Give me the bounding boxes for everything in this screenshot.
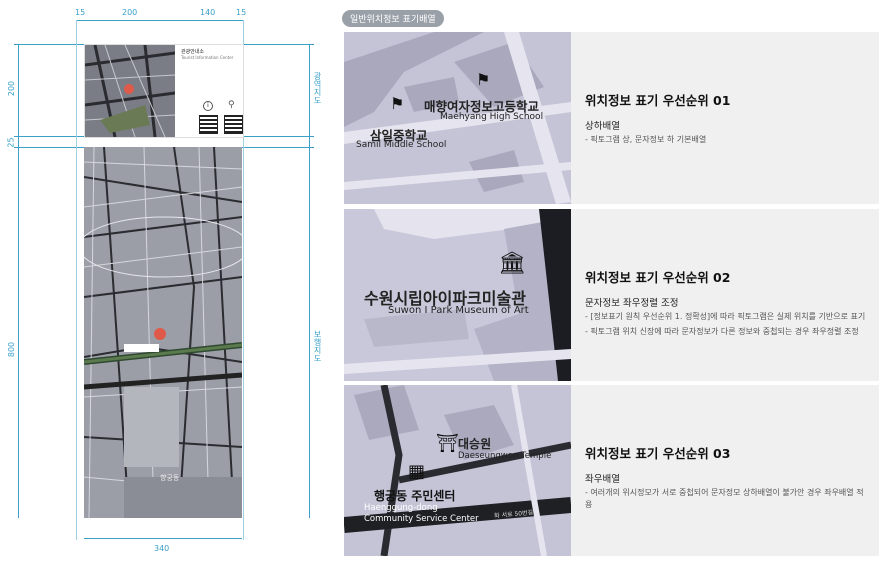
dim-top-15-right: 15 <box>236 8 247 17</box>
dim-line-left <box>18 44 19 518</box>
panel1-label-b-en: Samil Middle School <box>356 140 447 150</box>
panel1-desc-line: - 픽토그램 상, 문자정보 하 기본배열 <box>585 135 707 144</box>
dim-guide-l1 <box>76 20 77 540</box>
sign-walking-map: 향궁동 <box>84 147 242 518</box>
dim-right-bottom: 보행지도 <box>313 330 322 362</box>
panel1-desc: - 픽토그램 상, 문자정보 하 기본배열 <box>585 134 867 149</box>
dim-right-top: 광역지도 <box>313 72 322 104</box>
panel3-desc-line: - 여러개의 위시정모가 서로 중첩되어 문자정모 상하배열이 불가안 경우 좌… <box>585 488 864 509</box>
dim-left-800: 800 <box>7 341 17 358</box>
walking-map-graphic <box>84 147 242 518</box>
priority-panel-3: ⛩ ▦ 대승원 Daeseungwon Temple 행궁동 주민센터 Haen… <box>344 385 879 556</box>
panel3-info: 위치정보 표기 우선순위 03 좌우배열 - 여러개의 위시정모가 서로 중첩되… <box>571 385 879 556</box>
panel2-label-a-en: Suwon I Park Museum of Art <box>388 305 529 316</box>
dim-top-140: 140 <box>200 8 216 17</box>
panel2-desc: - [정보표기 원칙 우선순위 1. 정확성]에 따라 픽토그램은 실제 위치를… <box>585 311 867 341</box>
dim-line-right <box>309 44 310 518</box>
panel3-map: ⛩ ▦ 대승원 Daeseungwon Temple 행궁동 주민센터 Haen… <box>344 385 571 556</box>
panel1-label-a-en: Maehyang High School <box>440 112 544 122</box>
panel3-label-a-ko: 대승원 <box>458 437 492 451</box>
district-label: 향궁동 <box>160 474 180 482</box>
panel1-title: 위치정보 표기 우선순위 01 <box>585 93 731 108</box>
dim-top-15-left: 15 <box>75 8 86 17</box>
museum-icon: 🏛 <box>498 251 526 276</box>
dim-left-200: 200 <box>7 80 17 97</box>
sign-header-title: 관광안내소 <box>181 49 205 55</box>
panel1-info: 위치정보 표기 우선순위 01 상하배열 - 픽토그램 상, 문자정보 하 기본… <box>571 32 879 204</box>
dim-line-bottom <box>84 538 242 539</box>
panel2-desc-line: - [정보표기 원칙 우선순위 1. 정확성]에 따라 픽토그램은 실제 위치를… <box>585 312 866 321</box>
panel3-title: 위치정보 표기 우선순위 03 <box>585 446 731 461</box>
panel1-subtitle: 상하배열 <box>585 121 620 132</box>
dim-top-200: 200 <box>122 8 138 17</box>
dim-line-top <box>76 20 243 21</box>
sign-top-panel: 관광안내소 Tourist Information Center i ⚲ <box>84 44 244 138</box>
priority-panel-1: ⚑ ⚑ 매향여자정보고등학교 Maehyang High School 삼일중학… <box>344 32 879 204</box>
panel3-label-a-en: Daeseungwon Temple <box>458 451 552 461</box>
panel2-map: 🏛 수원시립아이파크미술관 Suwon I Park Museum of Art <box>344 209 571 381</box>
sign-header-sub: Tourist Information Center <box>181 55 234 60</box>
panel3-desc: - 여러개의 위시정모가 서로 중첩되어 문자정모 상하배열이 불가안 경우 좌… <box>585 487 867 514</box>
flag-icon: ⚑ <box>390 94 405 113</box>
panel2-title: 위치정보 표기 우선순위 02 <box>585 270 731 285</box>
panel3-subtitle: 좌우배열 <box>585 474 620 485</box>
section-tag: 일반위치정보 표기배열 <box>342 10 444 27</box>
panel2-desc-line: - 픽토그램 위치 신장에 따라 문자정보가 다른 정보와 중첩되는 경우 좌우… <box>585 327 859 336</box>
location-pin-icon: ⚲ <box>228 100 235 110</box>
panel1-map: ⚑ ⚑ 매향여자정보고등학교 Maehyang High School 삼일중학… <box>344 32 571 204</box>
sign-top-map <box>85 45 175 137</box>
flag-icon: ⚑ <box>476 70 491 89</box>
panel2-subtitle: 문자정보 좌우정렬 조정 <box>585 298 679 309</box>
temple-icon: ⛩ <box>436 433 459 454</box>
panel3-label-b-ko: 행궁동 주민센터 <box>374 489 456 503</box>
community-center-icon: ▦ <box>408 461 426 482</box>
dim-bottom-340: 340 <box>154 544 170 553</box>
panel3-map-graphic <box>344 385 571 556</box>
info-icon: i <box>203 101 213 111</box>
qr-code-right[interactable] <box>224 115 243 134</box>
panel3-label-b-en: Haenggung-dong Community Service Center <box>364 503 479 524</box>
qr-code-left[interactable] <box>199 115 218 134</box>
panel2-info: 위치정보 표기 우선순위 02 문자정보 좌우정렬 조정 - [정보표기 원칙 … <box>571 209 879 381</box>
priority-panel-2: 🏛 수원시립아이파크미술관 Suwon I Park Museum of Art… <box>344 209 879 381</box>
